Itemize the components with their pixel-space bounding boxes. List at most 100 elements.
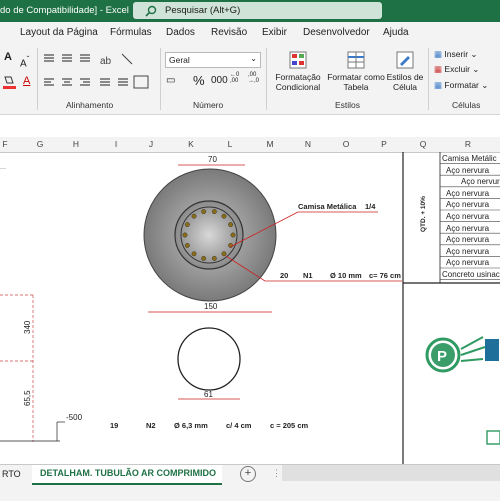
column-headers: F G H I J K L M N O P Q R bbox=[0, 137, 500, 153]
tab-formulas[interactable]: Fórmulas bbox=[110, 27, 152, 38]
tab-layout[interactable]: Layout da Página bbox=[20, 27, 98, 38]
n2-diam: Ø 6,3 mm bbox=[174, 421, 208, 430]
col-header[interactable]: F bbox=[0, 139, 10, 149]
delete-button[interactable]: ▦ Excluir ⌄ bbox=[434, 64, 479, 75]
n1-diam: Ø 10 mm bbox=[330, 271, 362, 280]
plus-icon[interactable]: + bbox=[240, 466, 256, 482]
number-format-value: Geral bbox=[169, 55, 190, 65]
col-header[interactable]: L bbox=[222, 139, 238, 149]
currency-icon[interactable]: ▭ bbox=[166, 75, 175, 86]
cond-format-label-2: Condicional bbox=[275, 82, 321, 92]
dim-61-label: 61 bbox=[204, 390, 213, 399]
rebar-point bbox=[228, 222, 234, 227]
material-row: Aço nervura bbox=[446, 188, 490, 198]
divider bbox=[266, 48, 267, 110]
conditional-format-button[interactable]: Formatação Condicional bbox=[272, 50, 324, 92]
tab-developer[interactable]: Desenvolvedor bbox=[303, 27, 370, 38]
search-box[interactable]: Pesquisar (Alt+G) bbox=[133, 2, 382, 19]
col-header[interactable]: R bbox=[460, 139, 476, 149]
cell-styles-button[interactable]: Estilos de Célula bbox=[386, 50, 424, 92]
percent-icon[interactable]: % bbox=[193, 73, 205, 88]
delete-label: Excluir bbox=[444, 64, 470, 74]
n1-length: c= 76 cm bbox=[369, 271, 401, 280]
dim-340-label: 340 bbox=[23, 320, 32, 334]
insert-button[interactable]: ▦ Inserir ⌄ bbox=[434, 49, 478, 60]
thousands-icon[interactable]: 000 bbox=[211, 75, 228, 86]
cond-format-label-1: Formatação bbox=[275, 72, 321, 82]
rebar-point bbox=[184, 243, 190, 248]
format-as-table-button[interactable]: Formatar como Tabela bbox=[327, 50, 385, 92]
cell-styles-label-2: Célula bbox=[392, 82, 418, 92]
table-format-label-1: Formatar como bbox=[327, 72, 385, 82]
material-row: Aço nervura bbox=[446, 200, 490, 210]
qty-header: QTD. + 10% bbox=[420, 196, 427, 232]
n1-qty: 20 bbox=[280, 271, 288, 280]
logo-fragment bbox=[486, 430, 500, 445]
styles-group-label: Estilos bbox=[335, 100, 361, 110]
bold-icon[interactable]: A bbox=[4, 51, 12, 63]
number-format-select[interactable]: Geral ⌄ bbox=[165, 52, 261, 68]
formula-bar[interactable] bbox=[0, 115, 500, 138]
col-header[interactable]: M bbox=[262, 139, 278, 149]
increase-decimal-icon[interactable]: ←0,00 bbox=[230, 72, 239, 84]
material-row: Aço nervura bbox=[446, 223, 490, 233]
rebar-point bbox=[191, 213, 197, 219]
col-header[interactable]: K bbox=[183, 139, 199, 149]
col-header[interactable]: G bbox=[32, 139, 48, 149]
material-row: Aço nervura bbox=[446, 212, 490, 221]
material-row: Aço nervur bbox=[461, 177, 500, 187]
tab-review[interactable]: Revisão bbox=[211, 27, 247, 38]
tab-data[interactable]: Dados bbox=[166, 27, 195, 38]
sheet-tab-active[interactable]: DETALHAM. TUBULÃO AR COMPRIMIDO bbox=[32, 465, 222, 485]
active-sheet-label: DETALHAM. TUBULÃO AR COMPRIMIDO bbox=[40, 468, 216, 478]
dim-70-label: 70 bbox=[208, 155, 217, 164]
n2-id: N2 bbox=[146, 421, 156, 430]
col-header[interactable]: J bbox=[143, 139, 159, 149]
rebar-point bbox=[201, 209, 207, 215]
decrease-decimal-icon[interactable]: ,00 →,0 bbox=[248, 72, 259, 84]
format-icon: ▦ bbox=[434, 80, 443, 90]
sleeve-label: Camisa Metálica bbox=[298, 202, 357, 211]
level-label: -500 bbox=[66, 413, 83, 422]
worksheet[interactable]: 70 Camisa Metálica 1/4 20 N1 Ø 10 mm c= … bbox=[0, 152, 500, 464]
ribbon: A Aˇ A ab Alinhamento Geral ⌄ ▭ % 000 ←0… bbox=[0, 44, 500, 115]
col-header[interactable]: Q bbox=[415, 139, 431, 149]
col-header[interactable]: O bbox=[338, 139, 354, 149]
col-header[interactable]: I bbox=[108, 139, 124, 149]
dimension-lines bbox=[0, 294, 34, 442]
company-logo: P bbox=[425, 336, 499, 373]
search-icon bbox=[145, 5, 157, 19]
tab-help[interactable]: Ajuda bbox=[383, 27, 409, 38]
table-icon bbox=[347, 51, 365, 69]
rebar-point bbox=[182, 232, 188, 238]
material-row: Concreto usinac bbox=[442, 270, 500, 279]
col-header[interactable]: P bbox=[376, 139, 392, 149]
tubulao-drawing: 70 Camisa Metálica 1/4 20 N1 Ø 10 mm c= … bbox=[0, 152, 500, 464]
dim-655-label: 65,5 bbox=[23, 390, 32, 406]
rebar-point bbox=[211, 255, 217, 261]
col-header[interactable]: N bbox=[300, 139, 316, 149]
alignment-icons[interactable]: ab bbox=[42, 52, 152, 96]
search-placeholder: Pesquisar (Alt+G) bbox=[165, 5, 241, 16]
tab-view[interactable]: Exibir bbox=[262, 27, 287, 38]
cell-styles-icon bbox=[396, 51, 414, 69]
material-row: Camisa Metálic bbox=[442, 154, 497, 163]
shrink-font-icon[interactable]: Aˇ bbox=[20, 54, 29, 69]
divider bbox=[37, 48, 38, 110]
material-row: Aço nervura bbox=[446, 235, 490, 245]
col-header[interactable]: H bbox=[68, 139, 84, 149]
number-group-label: Número bbox=[193, 100, 224, 110]
format-button[interactable]: ▦ Formatar ⌄ bbox=[434, 80, 488, 91]
insert-label: Inserir bbox=[444, 49, 469, 59]
fill-color-icon[interactable] bbox=[2, 74, 16, 89]
tab-scroll-dots: ⋮ bbox=[272, 468, 281, 478]
stirrup-ring bbox=[177, 327, 241, 391]
font-color-a-icon[interactable]: A bbox=[23, 75, 30, 87]
rebar-point bbox=[221, 213, 227, 219]
n2-qty: 19 bbox=[110, 421, 118, 430]
horizontal-scrollbar[interactable] bbox=[282, 465, 500, 481]
svg-text:ab: ab bbox=[100, 56, 112, 67]
material-row: Aço nervura bbox=[446, 165, 490, 175]
sleeve-fraction: 1/4 bbox=[365, 202, 376, 211]
sheet-tab-prev[interactable]: RTO bbox=[2, 469, 21, 479]
